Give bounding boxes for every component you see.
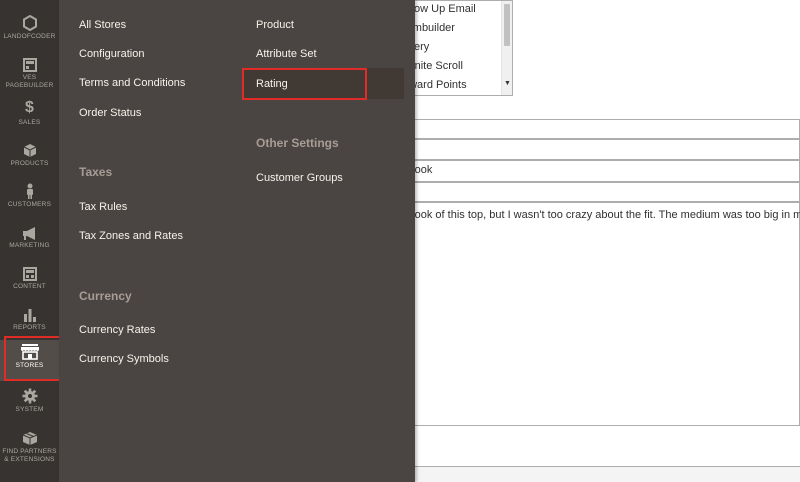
layout-icon (22, 52, 37, 72)
sidebar-item-system[interactable]: SYSTEM (0, 384, 59, 424)
sidebar-item-label: FIND PARTNERS & EXTENSIONS (2, 448, 57, 463)
nickname-field[interactable] (390, 119, 800, 139)
menu-link-terms-and-conditions[interactable]: Terms and Conditions (79, 77, 185, 89)
empty-field[interactable] (390, 182, 800, 202)
sidebar-item-ves-pagebuilder[interactable]: VES PAGEBUILDER (0, 52, 59, 92)
sidebar-item-content[interactable]: CONTENT (0, 261, 59, 301)
menu-link-currency-rates[interactable]: Currency Rates (79, 324, 155, 336)
megaphone-icon (22, 220, 38, 240)
other-settings-heading: Other Settings (256, 136, 339, 150)
dollar-icon: $ (25, 99, 34, 116)
menu-link-configuration[interactable]: Configuration (79, 48, 144, 60)
sidebar-item-label: MARKETING (9, 242, 50, 249)
bar-chart-icon (23, 302, 37, 322)
currency-heading: Currency (79, 289, 132, 303)
sidebar-item-label: LANDOFCODER (3, 33, 56, 40)
stores-flyout-menu: All Stores Configuration Terms and Condi… (59, 0, 415, 482)
menu-link-order-status[interactable]: Order Status (79, 107, 141, 119)
layout-icon (22, 261, 37, 281)
sidebar-item-sales[interactable]: $ SALES (0, 97, 59, 137)
sidebar-item-landofcoder[interactable]: LANDOFCODER (0, 11, 59, 51)
empty-field[interactable] (390, 139, 800, 160)
scrollbar-thumb[interactable] (504, 4, 510, 46)
sidebar-item-products[interactable]: PRODUCTS (0, 138, 59, 178)
sidebar-item-reports[interactable]: REPORTS (0, 302, 59, 342)
sidebar-item-label: STORES (15, 362, 44, 369)
sidebar-item-label: PRODUCTS (10, 160, 49, 167)
summary-field[interactable]: e look (390, 160, 800, 182)
menu-link-tax-rules[interactable]: Tax Rules (79, 201, 127, 213)
menu-link-product[interactable]: Product (256, 19, 294, 31)
scroll-down-arrow-icon[interactable]: ▼ (504, 80, 511, 87)
cube-icon (23, 138, 37, 158)
person-icon (25, 179, 35, 199)
review-textarea[interactable]: e look of this top, but I wasn't too cra… (390, 202, 800, 426)
sidebar-item-marketing[interactable]: MARKETING (0, 220, 59, 260)
hexagon-icon (22, 11, 37, 31)
box-icon (22, 426, 38, 446)
menu-link-customer-groups[interactable]: Customer Groups (256, 172, 343, 184)
sidebar-item-label: SYSTEM (15, 406, 44, 413)
sidebar-item-customers[interactable]: CUSTOMERS (0, 179, 59, 219)
menu-link-rating[interactable]: Rating (256, 78, 288, 90)
sidebar-item-label: CUSTOMERS (7, 201, 52, 208)
sidebar-item-label: CONTENT (13, 283, 46, 290)
sidebar-item-label: VES PAGEBUILDER (5, 74, 54, 89)
gear-icon (22, 384, 38, 404)
menu-link-attribute-set[interactable]: Attribute Set (256, 48, 317, 60)
sidebar-item-label: REPORTS (13, 324, 46, 331)
multiselect-scrollbar[interactable]: ▼ (501, 1, 512, 95)
sidebar-item-label: SALES (18, 119, 41, 126)
menu-link-tax-zones-and-rates[interactable]: Tax Zones and Rates (79, 230, 183, 242)
store-icon (20, 340, 40, 360)
sidebar-item-stores[interactable]: STORES (0, 340, 59, 381)
menu-link-all-stores[interactable]: All Stores (79, 19, 126, 31)
review-value: e look of this top, but I wasn't too cra… (403, 209, 800, 221)
form-footer (390, 466, 800, 482)
admin-sidebar: LANDOFCODER VES PAGEBUILDER $ SALES PROD… (0, 0, 61, 482)
menu-link-currency-symbols[interactable]: Currency Symbols (79, 353, 169, 365)
sidebar-item-find-partners[interactable]: FIND PARTNERS & EXTENSIONS (0, 426, 59, 474)
taxes-heading: Taxes (79, 165, 113, 179)
